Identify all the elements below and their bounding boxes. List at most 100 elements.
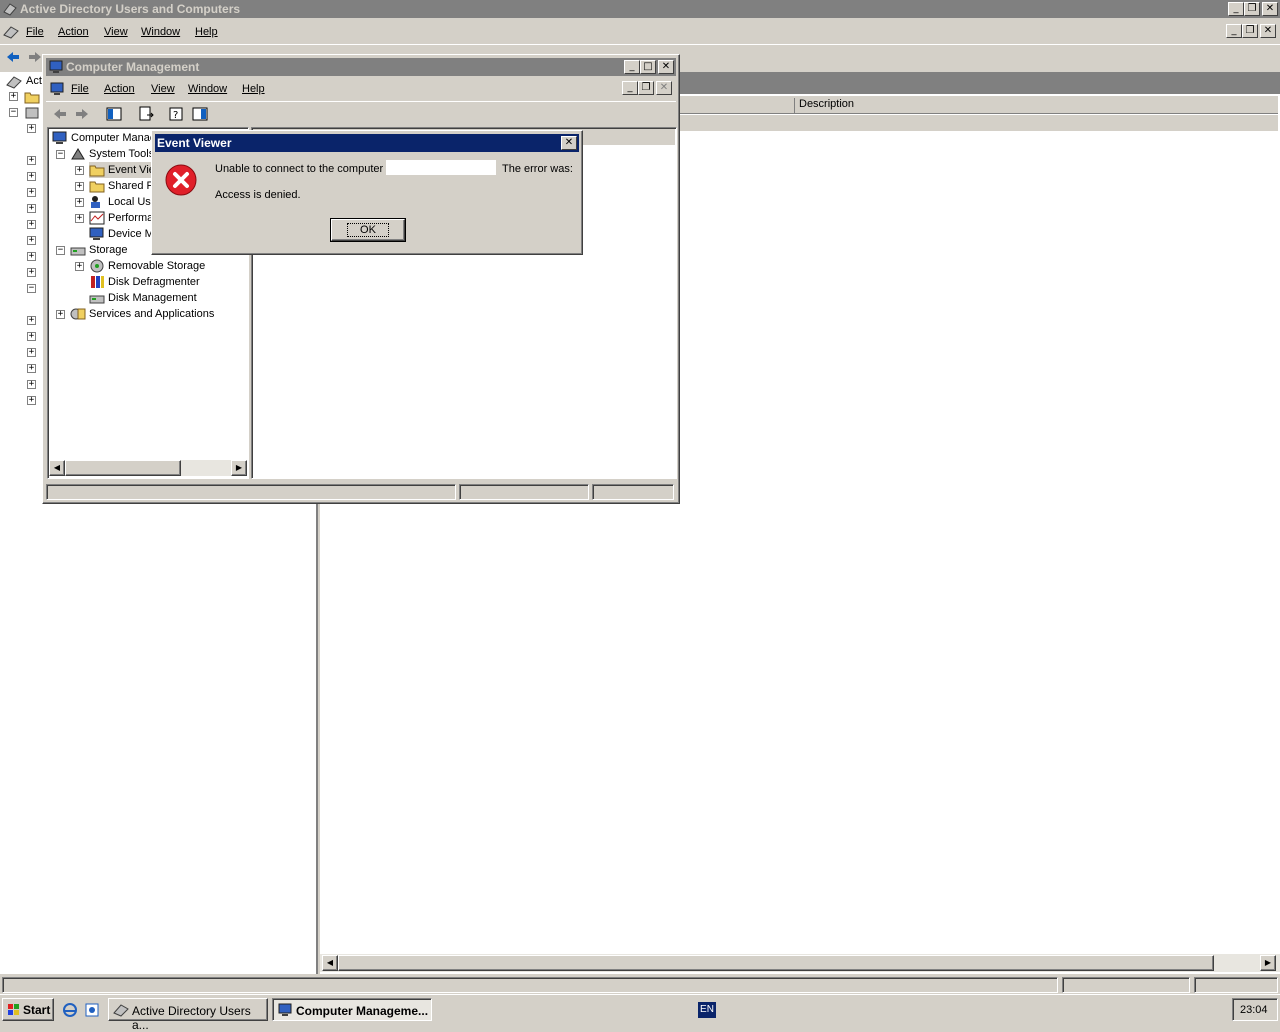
tree-computer-management[interactable]: Computer Manac	[52, 130, 155, 146]
ad-expand-2[interactable]: −	[9, 108, 18, 117]
scroll-thumb[interactable]	[338, 955, 1214, 971]
language-indicator[interactable]: EN	[698, 1002, 716, 1018]
ad-h-scrollbar[interactable]: ◀ ▶	[320, 954, 1280, 972]
ad-title-bar[interactable]: Active Directory Users and Computers _ ❐…	[0, 0, 1280, 18]
expand-shared-folders[interactable]: +	[75, 182, 84, 191]
ad-expand-10[interactable]: +	[27, 252, 36, 261]
clock[interactable]: 23:04	[1240, 1004, 1268, 1016]
tree-disk-defragmenter[interactable]: Disk Defragmenter	[89, 274, 200, 290]
expand-system-tools[interactable]: −	[56, 150, 65, 159]
dialog-close-button[interactable]: ✕	[561, 136, 577, 150]
ad-expand-3[interactable]: +	[27, 124, 36, 133]
tree-storage[interactable]: Storage	[70, 242, 128, 258]
start-button[interactable]: Start	[2, 998, 54, 1021]
column-description[interactable]: Description	[794, 98, 854, 114]
tree-shared-folders[interactable]: Shared F	[89, 178, 153, 194]
tree-label: Shared F	[108, 180, 154, 192]
ad-menu-help[interactable]: Help	[195, 26, 218, 38]
expand-local-users[interactable]: +	[75, 198, 84, 207]
tree-performance[interactable]: Performa	[89, 210, 153, 226]
expand-performance[interactable]: +	[75, 214, 84, 223]
tree-system-tools[interactable]: System Tools	[70, 146, 154, 162]
cm-minimize-button[interactable]: _	[624, 60, 640, 74]
quick-launch-icon[interactable]	[84, 1002, 100, 1018]
ad-child-restore-button[interactable]: ❐	[1242, 24, 1258, 38]
dialog-title-bar[interactable]: Event Viewer ✕	[155, 134, 579, 152]
cm-menu-window[interactable]: Window	[188, 83, 227, 95]
scroll-left-button[interactable]: ◀	[322, 955, 338, 971]
tree-local-users[interactable]: Local Use	[89, 194, 157, 210]
tree-label: System Tools	[89, 148, 155, 160]
ad-child-close-button[interactable]: ✕	[1260, 24, 1276, 38]
ad-menu-view[interactable]: View	[104, 26, 128, 38]
scroll-right-button[interactable]: ▶	[231, 460, 247, 476]
ok-button[interactable]: OK	[330, 218, 406, 242]
ad-expand-16[interactable]: +	[27, 364, 36, 373]
cm-menu-action[interactable]: Action	[104, 83, 135, 95]
tree-device-manager[interactable]: Device M	[89, 226, 154, 242]
tree-removable-storage[interactable]: Removable Storage	[89, 258, 205, 274]
ad-menu-window[interactable]: Window	[141, 26, 180, 38]
device-manager-icon	[89, 227, 105, 241]
forward-arrow-icon[interactable]	[27, 49, 43, 65]
expand-event-viewer[interactable]: +	[75, 166, 84, 175]
ad-expand-18[interactable]: +	[27, 396, 36, 405]
defragmenter-icon	[89, 275, 105, 289]
back-arrow-icon[interactable]	[5, 49, 21, 65]
ad-task-icon	[113, 1002, 129, 1018]
cm-menu-help[interactable]: Help	[242, 83, 265, 95]
ad-status-cell-2	[1062, 977, 1190, 993]
ad-expand-8[interactable]: +	[27, 220, 36, 229]
cm-menu-icon[interactable]	[49, 81, 65, 97]
expand-removable-storage[interactable]: +	[75, 262, 84, 271]
tree-disk-management[interactable]: Disk Management	[89, 290, 197, 306]
back-arrow-icon[interactable]	[52, 106, 68, 122]
ad-menu-icon[interactable]	[3, 24, 19, 40]
cm-child-close-button[interactable]: ✕	[656, 81, 672, 95]
ad-menu-action[interactable]: Action	[58, 26, 89, 38]
cm-title-bar[interactable]: Computer Management _ □ ✕	[46, 58, 676, 76]
ad-close-button[interactable]: ✕	[1262, 2, 1278, 16]
ad-menu-file[interactable]: File	[26, 26, 44, 38]
ad-expand-13[interactable]: +	[27, 316, 36, 325]
export-list-icon[interactable]	[138, 106, 154, 122]
task-computer-management[interactable]: Computer Manageme...	[272, 998, 432, 1021]
cm-menu-file[interactable]: File	[71, 83, 89, 95]
cm-maximize-button[interactable]: □	[640, 60, 656, 74]
expand-services-apps[interactable]: +	[56, 310, 65, 319]
cm-tree-h-scrollbar[interactable]: ◀ ▶	[49, 460, 247, 476]
forward-arrow-icon[interactable]	[74, 106, 90, 122]
ad-expand-5[interactable]: +	[27, 172, 36, 181]
ad-minimize-button[interactable]: _	[1228, 2, 1244, 16]
tree-services-and-applications[interactable]: Services and Applications	[70, 306, 214, 322]
internet-explorer-icon[interactable]	[62, 1002, 78, 1018]
ad-root-label[interactable]: Act	[26, 75, 42, 87]
cm-menu-view[interactable]: View	[151, 83, 175, 95]
help-icon[interactable]: ?	[168, 106, 184, 122]
scroll-left-button[interactable]: ◀	[49, 460, 65, 476]
ad-expand-17[interactable]: +	[27, 380, 36, 389]
ad-expand-15[interactable]: +	[27, 348, 36, 357]
cm-child-minimize-button[interactable]: _	[622, 81, 638, 95]
ad-restore-button[interactable]: ❐	[1244, 2, 1260, 16]
cm-child-restore-button[interactable]: ❐	[638, 81, 654, 95]
ad-expand-12[interactable]: −	[27, 284, 36, 293]
ad-child-minimize-button[interactable]: _	[1226, 24, 1242, 38]
ad-expand-14[interactable]: +	[27, 332, 36, 341]
ad-expand-1[interactable]: +	[9, 92, 18, 101]
task-active-directory[interactable]: Active Directory Users a...	[108, 998, 268, 1032]
tree-event-viewer[interactable]: Event Vie	[89, 162, 155, 178]
ad-expand-6[interactable]: +	[27, 188, 36, 197]
scroll-right-button[interactable]: ▶	[1260, 955, 1276, 971]
scroll-thumb[interactable]	[65, 460, 181, 476]
expand-storage[interactable]: −	[56, 246, 65, 255]
show-hide-tree-icon[interactable]	[106, 106, 122, 122]
cm-status-cell-2	[459, 484, 589, 500]
ad-expand-7[interactable]: +	[27, 204, 36, 213]
ad-expand-4[interactable]: +	[27, 156, 36, 165]
ad-expand-11[interactable]: +	[27, 268, 36, 277]
event-viewer-icon	[89, 163, 105, 177]
show-hide-action-pane-icon[interactable]	[192, 106, 208, 122]
cm-close-button[interactable]: ✕	[658, 60, 674, 74]
ad-expand-9[interactable]: +	[27, 236, 36, 245]
